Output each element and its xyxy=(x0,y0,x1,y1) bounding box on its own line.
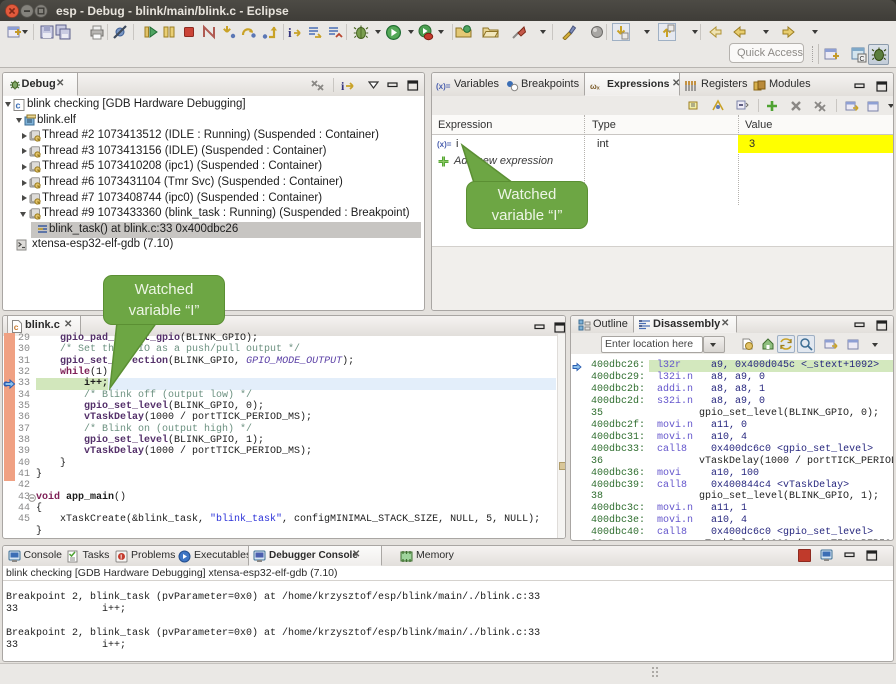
svg-text:!: ! xyxy=(120,555,122,562)
svg-text:C: C xyxy=(860,56,865,63)
svg-text:ωₓ: ωₓ xyxy=(590,82,600,91)
svg-text:c: c xyxy=(16,101,21,111)
svg-text:i: i xyxy=(288,25,292,40)
svg-text:c: c xyxy=(14,322,19,332)
svg-text:(x)=: (x)= xyxy=(436,82,451,91)
svg-text:i: i xyxy=(341,79,345,92)
